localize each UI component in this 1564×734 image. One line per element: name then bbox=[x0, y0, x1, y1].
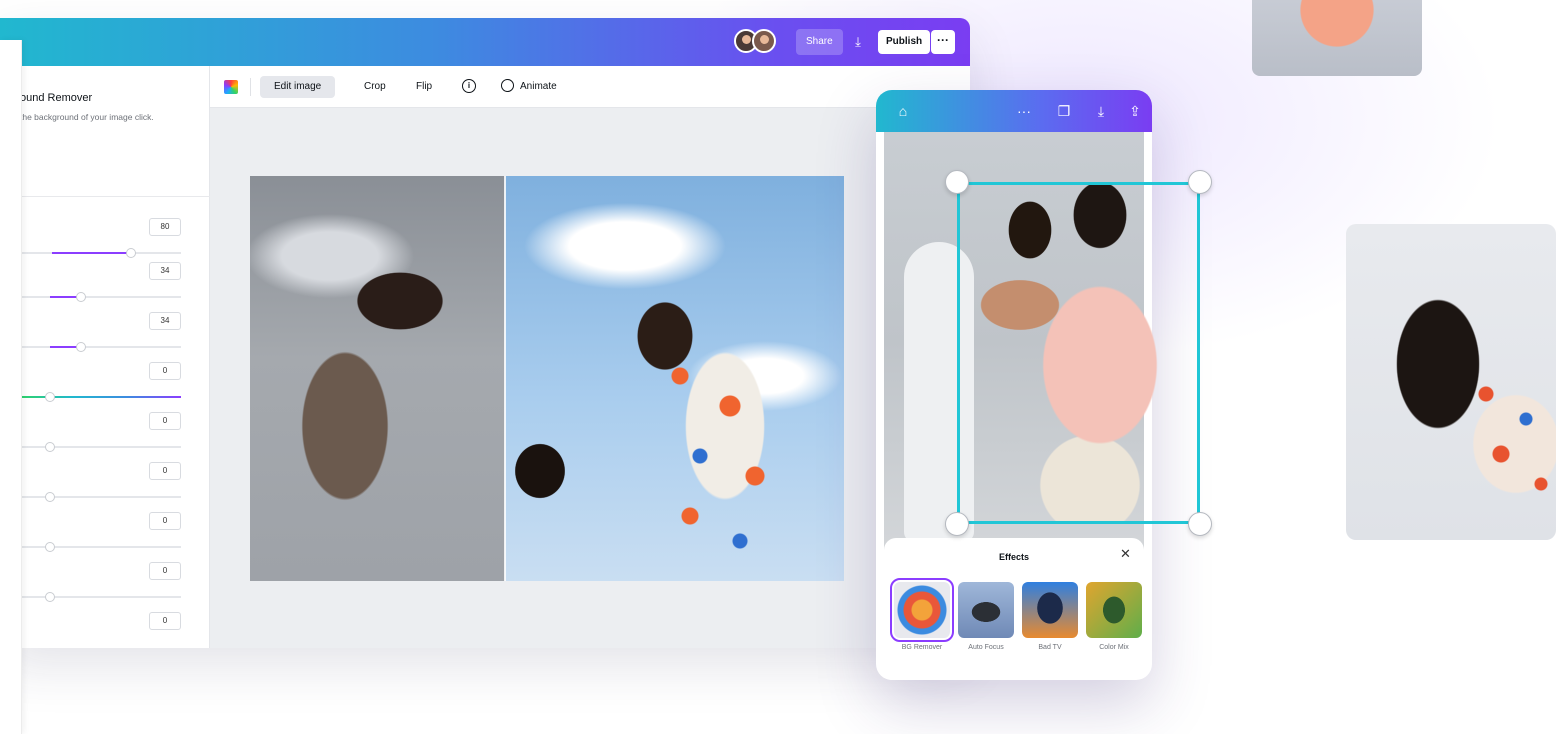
effect-label: Bad TV bbox=[1038, 644, 1062, 651]
floating-photo-right bbox=[1346, 224, 1556, 540]
panel-title: ound Remover bbox=[20, 92, 93, 104]
publish-button[interactable]: Publish bbox=[878, 30, 931, 54]
share-icon[interactable]: ⇪ bbox=[1124, 90, 1146, 132]
effect-label: Auto Focus bbox=[968, 644, 1004, 651]
slider-track[interactable] bbox=[20, 442, 181, 452]
slider-row: 80 bbox=[0, 218, 210, 268]
slider-value-input[interactable]: 0 bbox=[149, 462, 181, 480]
effect-auto-focus[interactable] bbox=[958, 582, 1014, 638]
slider-track[interactable] bbox=[20, 492, 181, 502]
effect-bg-remover[interactable] bbox=[890, 578, 954, 642]
resize-handle-bottom-right[interactable] bbox=[1188, 512, 1212, 536]
effects-sheet: Effects ✕ BG Remover Auto Focus Bad TV C… bbox=[884, 538, 1144, 678]
slider-value-input[interactable]: 34 bbox=[149, 262, 181, 280]
slider-value-input[interactable]: 0 bbox=[149, 612, 181, 630]
effect-bad-tv[interactable] bbox=[1022, 582, 1078, 638]
mobile-topbar: ⌂ ··· ❐ ⤓ ⇪ bbox=[876, 90, 1152, 132]
floral-pattern bbox=[660, 346, 780, 566]
slider-track[interactable] bbox=[20, 292, 181, 302]
slider-handle[interactable] bbox=[126, 248, 136, 258]
panel-description: the background of your image click. bbox=[20, 112, 154, 122]
info-icon[interactable]: i bbox=[462, 79, 476, 93]
effect-label: Color Mix bbox=[1099, 644, 1129, 651]
copy-icon[interactable]: ❐ bbox=[1053, 90, 1075, 132]
slider-value-input[interactable]: 34 bbox=[149, 312, 181, 330]
resize-handle-top-left[interactable] bbox=[945, 170, 969, 194]
slider-handle[interactable] bbox=[45, 392, 55, 402]
slider-row: 0 bbox=[0, 562, 210, 612]
slider-handle[interactable] bbox=[45, 442, 55, 452]
slider-handle[interactable] bbox=[45, 592, 55, 602]
editor-topbar: Share ⤓ Publish ··· bbox=[0, 18, 970, 66]
slider-handle[interactable] bbox=[45, 492, 55, 502]
desktop-editor-window: Share ⤓ Publish ··· ound Remover the bac… bbox=[0, 18, 970, 648]
selection-frame[interactable] bbox=[957, 182, 1200, 524]
flip-button[interactable]: Flip bbox=[402, 76, 446, 98]
divider bbox=[0, 196, 210, 197]
animate-button[interactable]: Animate bbox=[506, 76, 571, 98]
effects-title: Effects bbox=[998, 552, 1029, 562]
download-icon[interactable]: ⤓ bbox=[846, 29, 870, 55]
slider-handle[interactable] bbox=[76, 342, 86, 352]
slider-row: 0 bbox=[0, 412, 210, 462]
close-icon[interactable]: ✕ bbox=[1120, 546, 1131, 562]
divider bbox=[250, 78, 251, 96]
slider-row: 0 bbox=[0, 362, 210, 412]
slider-row: 34 bbox=[0, 262, 210, 312]
slider-track[interactable] bbox=[20, 542, 181, 552]
more-icon[interactable]: ··· bbox=[1013, 90, 1035, 132]
floral-pattern bbox=[1466, 374, 1556, 514]
slider-handle[interactable] bbox=[76, 292, 86, 302]
slider-value-input[interactable]: 80 bbox=[149, 218, 181, 236]
resize-handle-top-right[interactable] bbox=[1188, 170, 1212, 194]
color-swatch-icon[interactable] bbox=[224, 80, 238, 94]
slider-value-input[interactable]: 0 bbox=[149, 562, 181, 580]
slider-row: 34 bbox=[0, 312, 210, 362]
slider-row: 0 bbox=[0, 462, 210, 512]
slider-row: 0 bbox=[0, 612, 210, 648]
side-panel-edge bbox=[0, 40, 22, 734]
effect-color-mix[interactable] bbox=[1086, 582, 1142, 638]
before-after-photo[interactable] bbox=[250, 176, 844, 581]
slider-track[interactable] bbox=[20, 342, 181, 352]
slider-value-input[interactable]: 0 bbox=[149, 412, 181, 430]
image-toolbar: Edit image Crop Flip i Animate bbox=[210, 66, 970, 108]
more-options-button[interactable]: ··· bbox=[931, 30, 955, 54]
slider-track[interactable] bbox=[20, 248, 181, 258]
design-canvas bbox=[210, 108, 970, 648]
download-icon[interactable]: ⤓ bbox=[1090, 90, 1112, 132]
marketing-stage: Share ⤓ Publish ··· ound Remover the bac… bbox=[0, 0, 1564, 734]
slider-value-input[interactable]: 0 bbox=[149, 512, 181, 530]
slider-handle[interactable] bbox=[45, 542, 55, 552]
slider-value-input[interactable]: 0 bbox=[149, 362, 181, 380]
share-button[interactable]: Share bbox=[796, 29, 843, 55]
home-icon[interactable]: ⌂ bbox=[892, 90, 914, 132]
resize-handle-bottom-left[interactable] bbox=[945, 512, 969, 536]
slider-row: 0 bbox=[0, 512, 210, 562]
edit-image-button[interactable]: Edit image bbox=[260, 76, 336, 98]
crop-button[interactable]: Crop bbox=[350, 76, 400, 98]
effect-label: BG Remover bbox=[901, 644, 943, 651]
before-after-divider[interactable] bbox=[504, 176, 506, 581]
adjust-panel: ound Remover the background of your imag… bbox=[0, 66, 210, 648]
avatar[interactable] bbox=[752, 29, 776, 53]
floating-photo-top bbox=[1252, 0, 1422, 76]
slider-track[interactable] bbox=[20, 592, 181, 602]
photo-before-half bbox=[250, 176, 505, 581]
slider-track[interactable] bbox=[20, 392, 181, 402]
collaborator-avatars[interactable] bbox=[734, 29, 776, 53]
